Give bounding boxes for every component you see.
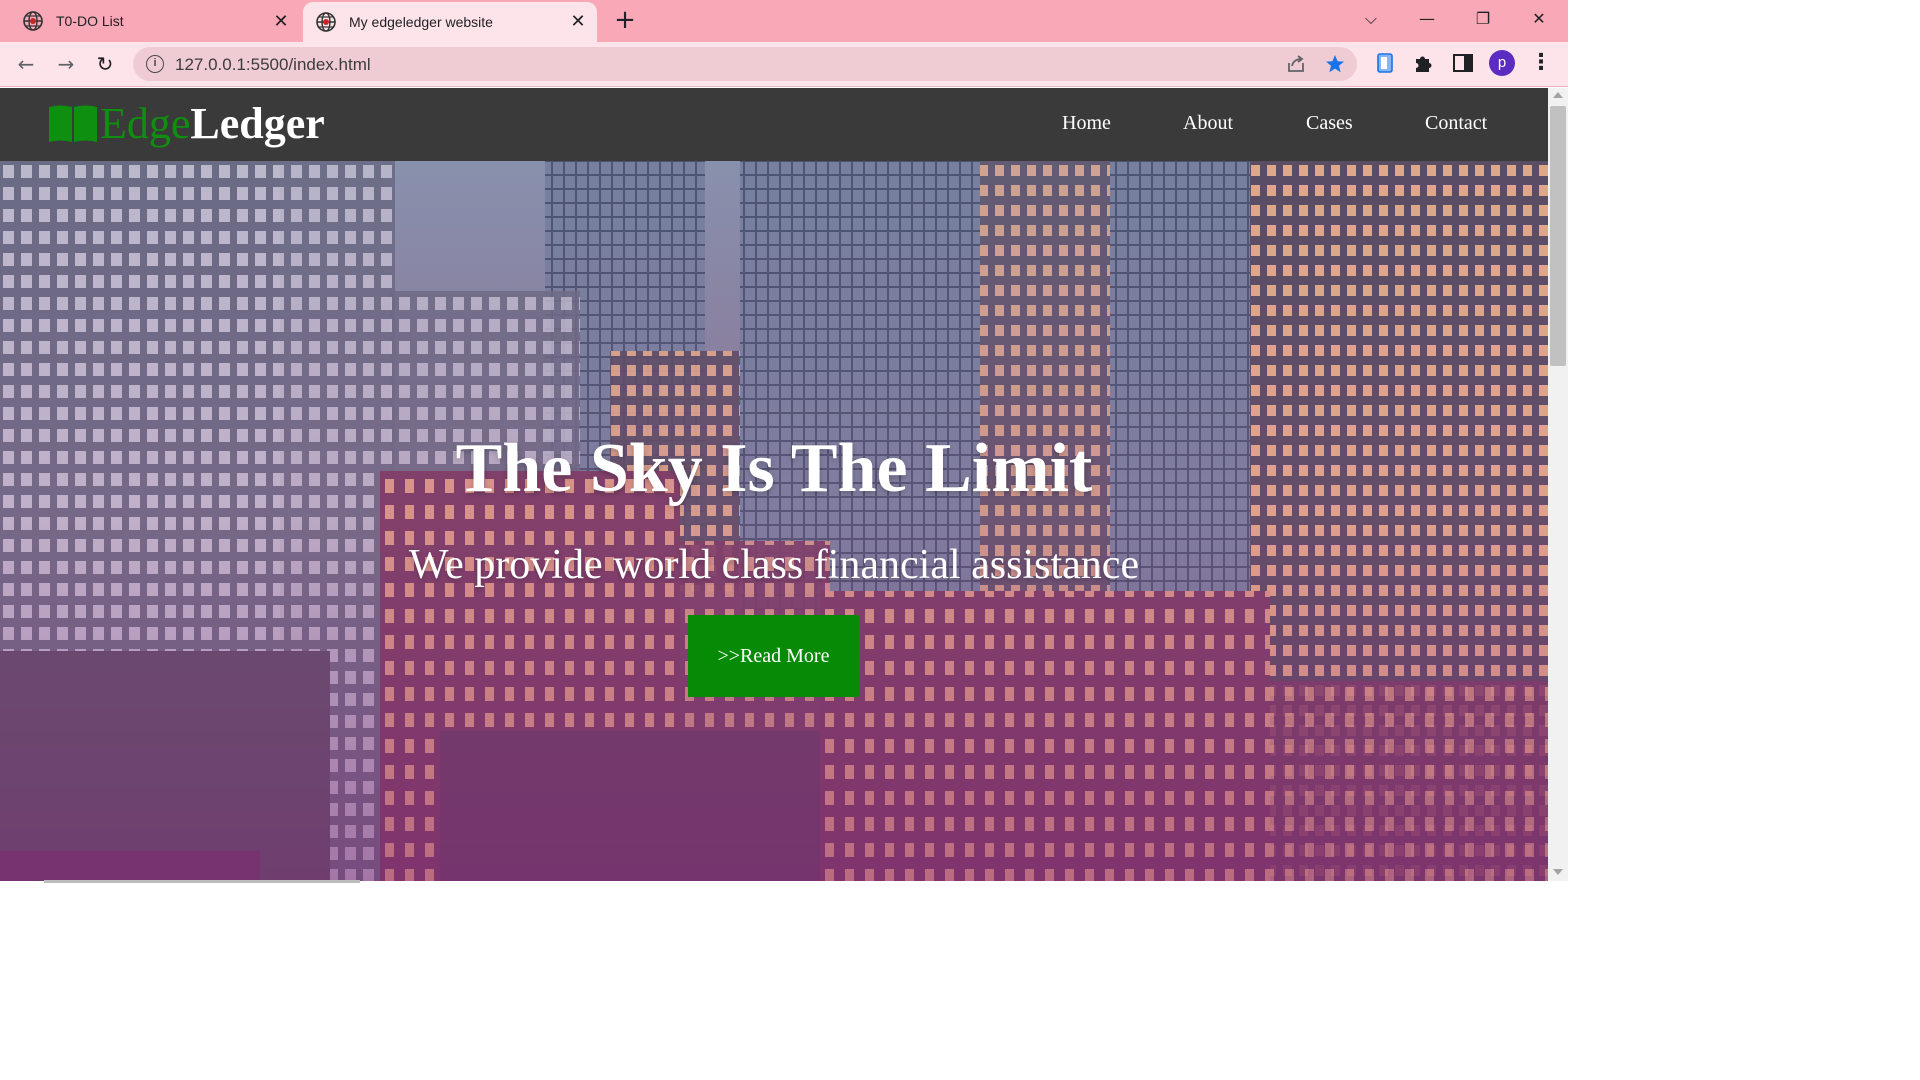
page-viewport: Edge Ledger Home About Cases Contact The… (0, 88, 1548, 881)
vertical-scrollbar[interactable] (1548, 88, 1568, 881)
book-icon (49, 105, 97, 142)
new-tab-button[interactable]: + (612, 7, 638, 34)
tab-strip: T0-DO List ✕ My edgeledger website ✕ + ⌵… (0, 0, 1568, 42)
site-info-icon[interactable]: i (146, 55, 164, 73)
side-panel-icon[interactable] (1451, 51, 1475, 75)
tab-title: T0-DO List (56, 13, 124, 29)
hero-subtitle: We provide world class financial assista… (408, 542, 1140, 588)
hero-gradient-overlay (0, 161, 1548, 881)
extension-icon[interactable] (1373, 51, 1397, 75)
restore-button[interactable]: ❐ (1467, 6, 1499, 32)
share-icon[interactable] (1285, 53, 1307, 75)
scroll-up-arrow-icon[interactable] (1553, 92, 1563, 98)
close-tab-icon[interactable]: ✕ (272, 12, 290, 30)
globe-icon (23, 11, 43, 31)
puzzle-icon[interactable] (1412, 51, 1436, 75)
site-logo[interactable]: Edge Ledger (48, 102, 325, 146)
close-window-button[interactable]: ✕ (1523, 6, 1555, 32)
close-tab-icon[interactable]: ✕ (569, 12, 587, 30)
nav-cases[interactable]: Cases (1306, 112, 1353, 135)
logo-text-ledger: Ledger (190, 99, 325, 148)
tab-title: My edgeledger website (349, 14, 493, 30)
logo-text-edge: Edge (100, 99, 191, 148)
scroll-down-arrow-icon[interactable] (1553, 869, 1563, 875)
tab-edgeledger[interactable]: My edgeledger website ✕ (303, 2, 597, 42)
menu-kebab-icon[interactable]: ⋮ (1530, 51, 1552, 75)
minimize-button[interactable]: — (1411, 6, 1443, 32)
bookmark-star-icon[interactable] (1324, 53, 1346, 75)
hero-title: The Sky Is The Limit (455, 430, 1093, 507)
horizontal-scrollbar-thumb[interactable] (44, 880, 360, 883)
tab-todo-list[interactable]: T0-DO List ✕ (0, 0, 300, 42)
nav-about[interactable]: About (1183, 112, 1233, 135)
site-navbar: Edge Ledger Home About Cases Contact (0, 88, 1548, 161)
address-bar[interactable]: i 127.0.0.1:5500/index.html (133, 47, 1357, 81)
tab-search-dropdown-icon[interactable]: ⌵ (1355, 6, 1387, 32)
globe-icon (316, 12, 336, 32)
back-arrow-icon[interactable]: ← (12, 50, 40, 78)
hero-section: The Sky Is The Limit We provide world cl… (0, 161, 1548, 881)
reload-icon[interactable]: ↻ (91, 50, 119, 78)
nav-contact[interactable]: Contact (1425, 112, 1487, 135)
forward-arrow-icon[interactable]: → (52, 50, 80, 78)
browser-toolbar: ← → ↻ i 127.0.0.1:5500/index.html (0, 42, 1568, 87)
read-more-button[interactable]: >>Read More (688, 615, 859, 697)
nav-home[interactable]: Home (1062, 112, 1111, 135)
scrollbar-thumb[interactable] (1550, 106, 1566, 366)
url-text[interactable]: 127.0.0.1:5500/index.html (175, 55, 371, 75)
profile-avatar[interactable]: p (1489, 50, 1515, 76)
